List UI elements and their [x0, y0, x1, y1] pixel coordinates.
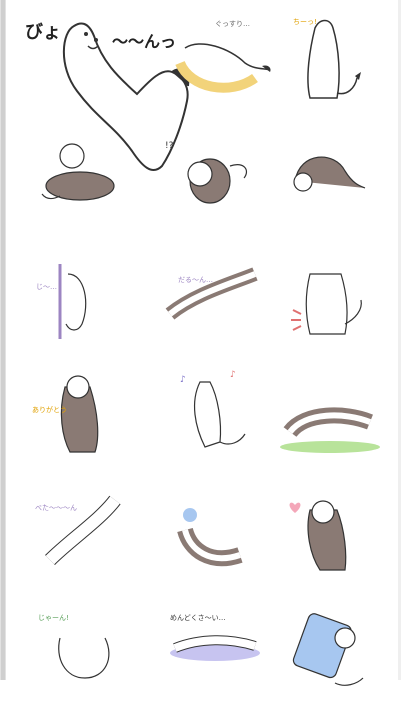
tada-ferret-illustration: じゃーん! — [38, 614, 110, 679]
lazy-ferret-illustration: めんどくさ〜い… — [170, 614, 260, 661]
bending-ferret-illustration — [293, 156, 366, 192]
sticker-text: !? — [165, 141, 174, 151]
sticker-r1c3[interactable]: ちーっ! — [275, 8, 393, 116]
sticker-r3c1[interactable]: じ〜… — [30, 244, 148, 352]
sticker-r5c1[interactable]: べた〜〜〜ん — [30, 480, 148, 588]
sticker-grid: ぐっすり… ちーっ! !? じ〜… だる〜ん… ありがとう ♪ ♪ べた〜〜〜ん… — [20, 8, 393, 686]
flattened-ferret-illustration: べた〜〜〜ん — [35, 495, 121, 566]
sticker-text: じゃーん! — [38, 614, 69, 622]
sticker-r3c2[interactable]: だる〜ん… — [160, 244, 278, 352]
stretched-ferret-illustration: だる〜ん… — [165, 267, 258, 320]
sticker-r4c2[interactable]: ♪ ♪ — [160, 362, 278, 470]
sticker-r2c3[interactable] — [275, 126, 393, 234]
sticker-text: べた〜〜〜ん — [35, 504, 77, 512]
sticker-text: じ〜… — [36, 283, 57, 291]
sticker-text: ありがとう — [32, 405, 67, 414]
scrollbar-thumb[interactable] — [1, 0, 5, 680]
dancing-ferret-illustration: ♪ ♪ — [180, 370, 246, 448]
grass-ferret-illustration — [280, 407, 380, 453]
scrollbar-track[interactable] — [0, 0, 6, 680]
sticker-text: ぐっすり… — [215, 20, 250, 28]
sticker-r6c2[interactable]: めんどくさ〜い… — [160, 598, 278, 706]
sticker-text: ♪ — [230, 370, 236, 380]
sticker-text: めんどくさ〜い… — [170, 614, 226, 622]
shouting-ferret-illustration — [291, 273, 362, 335]
sticker-r2c1[interactable] — [30, 126, 148, 234]
sticker-text: ちーっ! — [293, 18, 317, 26]
sticker-text: だる〜ん… — [178, 276, 213, 284]
sticker-text: ♪ — [180, 375, 186, 385]
sticker-r4c3[interactable] — [275, 362, 393, 470]
lying-ferret-illustration — [41, 143, 115, 201]
sticker-r6c3[interactable] — [275, 598, 393, 706]
sticker-r1c2[interactable]: ぐっすり… — [160, 8, 278, 116]
peeking-ferret-illustration: じ〜… — [36, 264, 87, 339]
thinking-ferret-illustration — [177, 508, 243, 567]
surprised-ferret-illustration: !? — [165, 141, 248, 204]
sticker-preview-panel: びょ 〜〜んっ ぐっすり… ちーっ! !? じ〜… だる〜ん… ありがとう ♪ … — [0, 0, 401, 686]
thankful-ferret-illustration: ありがとう — [32, 375, 99, 453]
sticker-r2c2[interactable]: !? — [160, 126, 278, 234]
sticker-r6c1[interactable]: じゃーん! — [30, 598, 148, 706]
blanket-ferret-illustration — [292, 613, 364, 686]
sticker-r5c2[interactable] — [160, 480, 278, 588]
standing-ferret-illustration: ちーっ! — [293, 18, 361, 99]
sticker-r3c3[interactable] — [275, 244, 393, 352]
love-ferret-illustration — [289, 500, 347, 571]
sticker-r4c1[interactable]: ありがとう — [30, 362, 148, 470]
sticker-r5c3[interactable] — [275, 480, 393, 588]
sleeping-ferret-illustration: ぐっすり… — [175, 20, 271, 93]
